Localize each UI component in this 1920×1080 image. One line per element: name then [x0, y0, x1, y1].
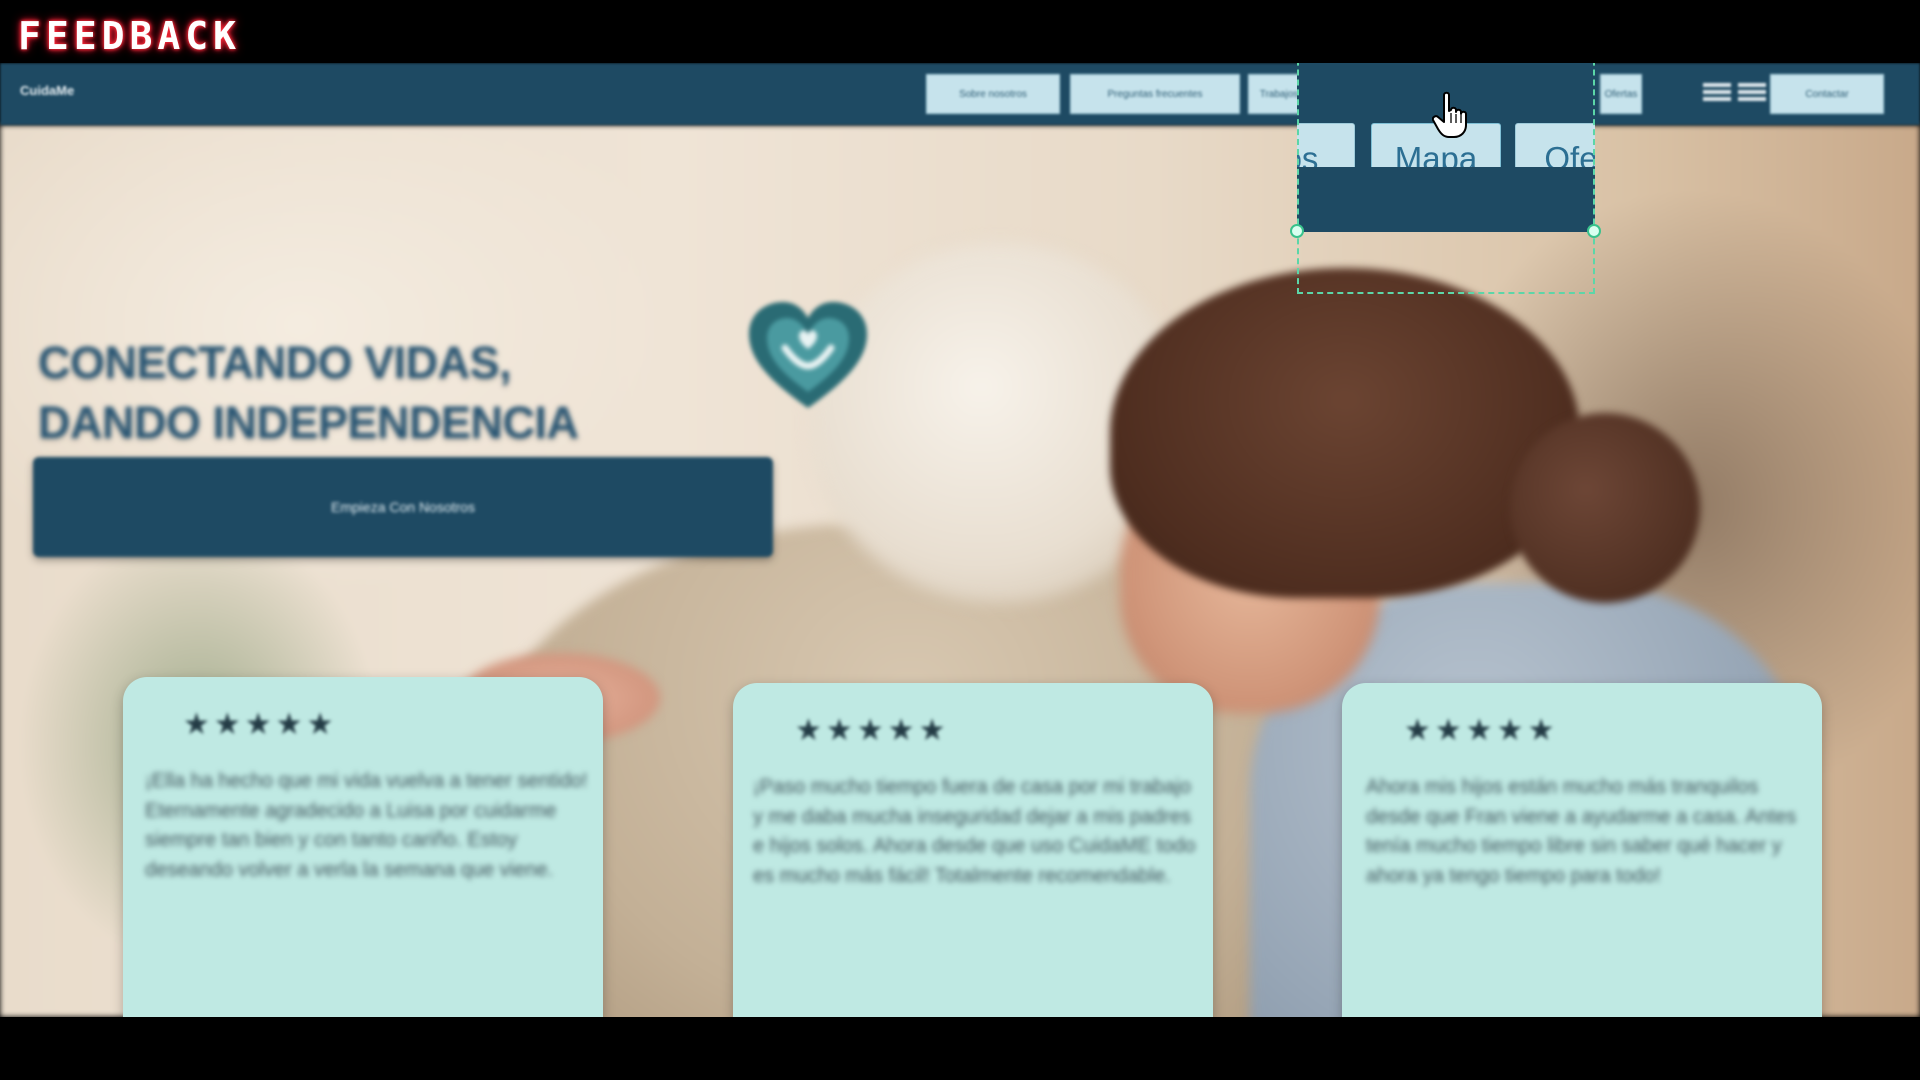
navbar: CuidaMe Sobre nosotros Preguntas frecuen…	[0, 63, 1920, 125]
testimonial-text: Ahora mis hijos están mucho más tranquil…	[1366, 776, 1797, 887]
hand-cursor-icon	[1432, 91, 1467, 138]
selection-handle-left[interactable]	[1290, 224, 1304, 238]
grid-icon[interactable]	[1738, 80, 1766, 106]
testimonial-card-3: ★★★★★ Ahora mis hijos están mucho más tr…	[1342, 683, 1822, 1017]
nav-item-contacto[interactable]: Contactar	[1770, 74, 1884, 114]
website-viewport: CuidaMe Sobre nosotros Preguntas frecuen…	[0, 63, 1920, 1017]
rating-stars: ★★★★★	[183, 708, 338, 741]
hero-title: CONECTANDO VIDAS, DANDO INDEPENDENCIA	[38, 333, 858, 453]
selection-handle-right[interactable]	[1587, 224, 1601, 238]
brand-logo[interactable]: CuidaMe	[20, 83, 74, 98]
rating-stars: ★★★★★	[795, 714, 950, 747]
testimonial-card-2: ★★★★★ ¡Paso mucho tiempo fuera de casa p…	[733, 683, 1213, 1017]
feedback-badge: FEEDBACK	[18, 14, 242, 58]
hero-title-line1: CONECTANDO VIDAS,	[38, 337, 512, 388]
testimonial-card-1: ★★★★★ ¡Ella ha hecho que mi vida vuelva …	[123, 677, 603, 1017]
hero-title-line2: DANDO INDEPENDENCIA	[38, 397, 579, 448]
nav-item-nosotros[interactable]: Sobre nosotros	[926, 74, 1060, 114]
hero-caregiver-bun	[1510, 413, 1700, 603]
rating-stars: ★★★★★	[1404, 714, 1559, 747]
bottom-letterbox	[0, 1017, 1920, 1080]
testimonial-text: ¡Paso mucho tiempo fuera de casa por mi …	[753, 776, 1196, 887]
hero-caregiver-hair	[1110, 268, 1580, 598]
testimonial-text: ¡Ella ha hecho que mi vida vuelva a tene…	[145, 770, 588, 881]
zoom-navbar-bottom	[1297, 167, 1595, 232]
menu-icon[interactable]	[1703, 80, 1731, 106]
nav-item-preguntas[interactable]: Preguntas frecuentes	[1070, 74, 1240, 114]
heart-hands-icon	[749, 302, 867, 408]
top-letterbox: FEEDBACK	[0, 0, 1920, 63]
cta-start-button[interactable]: Empieza Con Nosotros	[33, 457, 773, 557]
nav-item-ofertas[interactable]: Ofertas	[1600, 74, 1642, 114]
zoom-magnifier: os Mapa Ofe	[1297, 63, 1595, 232]
